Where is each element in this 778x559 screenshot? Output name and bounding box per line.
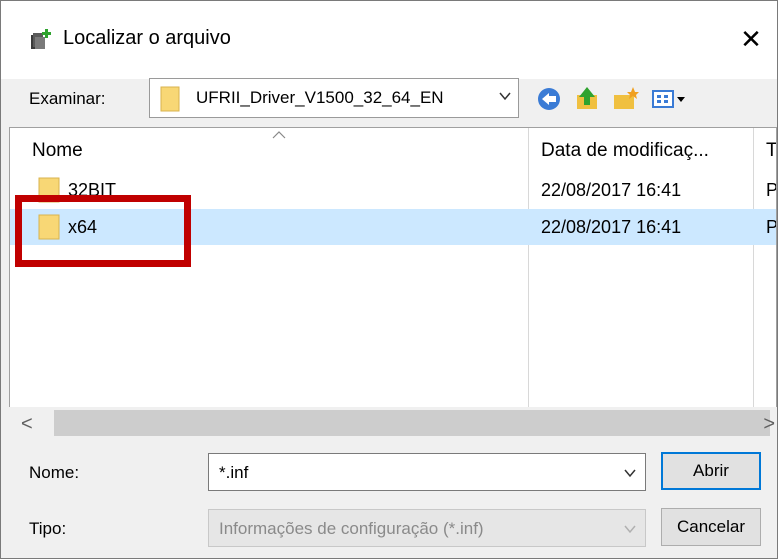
modified-date: 22/08/2017 16:41: [541, 217, 682, 237]
file-dialog: Localizar o arquivo ✕ Examinar: UFRII_Dr…: [0, 0, 778, 559]
column-header-modified-label: Data de modificaç...: [541, 140, 709, 161]
scrollbar-thumb[interactable]: [54, 410, 770, 436]
look-in-label: Examinar:: [29, 89, 106, 108]
close-icon: ✕: [740, 24, 762, 54]
window-title: Localizar o arquivo: [63, 27, 231, 49]
new-folder-icon[interactable]: [611, 85, 639, 113]
horizontal-scrollbar[interactable]: < >: [9, 407, 777, 439]
file-name: 32BIT: [68, 180, 117, 200]
close-button[interactable]: ✕: [733, 21, 769, 57]
file-name-label: Nome:: [29, 463, 80, 482]
folder-icon: [38, 214, 60, 240]
scroll-right-button[interactable]: >: [763, 413, 775, 436]
look-in-dropdown[interactable]: UFRII_Driver_V1500_32_64_EN: [149, 78, 519, 118]
open-button[interactable]: Abrir: [661, 452, 761, 490]
list-item-x64[interactable]: x64 22/08/2017 16:41 Pa: [10, 209, 777, 245]
back-icon[interactable]: [535, 85, 563, 113]
file-type-select[interactable]: Informações de configuração (*.inf): [208, 509, 646, 547]
folder-icon: [38, 177, 60, 203]
current-folder-name: UFRII_Driver_V1500_32_64_EN: [196, 88, 444, 107]
file-type: Pa: [766, 180, 777, 200]
cancel-button[interactable]: Cancelar: [661, 508, 761, 546]
up-folder-icon[interactable]: [573, 85, 601, 113]
file-name-value: *.inf: [219, 463, 249, 482]
folder-icon: [160, 86, 180, 112]
column-header-type-label: Ti: [766, 140, 777, 161]
file-name: x64: [68, 217, 98, 237]
file-type-value: Informações de configuração (*.inf): [219, 519, 484, 538]
chevron-down-icon: [499, 92, 511, 101]
view-menu-icon[interactable]: [651, 85, 691, 113]
chevron-down-icon: [624, 525, 636, 534]
title-bar: Localizar o arquivo ✕: [1, 1, 777, 79]
list-item-32bit[interactable]: 32BIT 22/08/2017 16:41 Pa: [10, 172, 777, 208]
find-file-icon: [31, 29, 51, 49]
column-header-name-label: Nome: [32, 140, 83, 161]
scroll-left-button[interactable]: <: [21, 413, 33, 436]
file-name-input[interactable]: *.inf: [208, 453, 646, 491]
file-type: Pa: [766, 217, 777, 237]
chevron-down-icon[interactable]: [623, 466, 637, 480]
file-list[interactable]: Nome Data de modificaç... Ti 32BIT 22/08…: [9, 127, 777, 439]
file-type-label: Tipo:: [29, 519, 67, 538]
modified-date: 22/08/2017 16:41: [541, 180, 682, 200]
